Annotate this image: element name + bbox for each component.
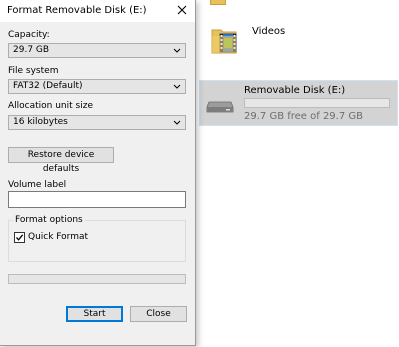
capacity-select[interactable]: 29.7 GB — [8, 43, 186, 58]
file-system-label: File system — [8, 66, 59, 76]
chevron-down-icon — [173, 120, 181, 125]
drive-item-removable-disk[interactable]: Removable Disk (E:) 29.7 GB free of 29.7… — [199, 80, 398, 126]
format-progress-bar — [8, 274, 186, 284]
drive-usage-bar — [244, 98, 390, 108]
allocation-unit-value: 16 kilobytes — [13, 117, 68, 127]
folder-item-videos[interactable]: Videos — [206, 18, 396, 64]
capacity-value: 29.7 GB — [13, 45, 50, 55]
dialog-titlebar[interactable]: Format Removable Disk (E:) — [0, 0, 195, 22]
file-system-select[interactable]: FAT32 (Default) — [8, 79, 186, 94]
folder-label: Videos — [252, 26, 286, 37]
chevron-down-icon — [173, 48, 181, 53]
capacity-label: Capacity: — [8, 30, 50, 40]
close-button[interactable]: Close — [130, 306, 187, 322]
quick-format-label[interactable]: Quick Format — [28, 232, 88, 242]
chevron-down-icon — [173, 84, 181, 89]
restore-defaults-button[interactable]: Restore device defaults — [8, 147, 114, 174]
dialog-title: Format Removable Disk (E:) — [7, 5, 147, 16]
drive-name: Removable Disk (E:) — [244, 85, 346, 96]
file-system-value: FAT32 (Default) — [13, 81, 83, 91]
format-dialog: Format Removable Disk (E:) Capacity: 29.… — [0, 0, 196, 346]
format-options-legend: Format options — [13, 215, 85, 225]
volume-label-label: Volume label — [8, 180, 67, 190]
quick-format-checkbox[interactable] — [14, 232, 25, 243]
close-icon[interactable] — [175, 3, 189, 17]
start-button[interactable]: Start — [66, 306, 123, 322]
removable-drive-icon — [206, 101, 234, 113]
allocation-unit-label: Allocation unit size — [8, 101, 93, 111]
videos-folder-icon — [211, 29, 237, 54]
checkmark-icon — [16, 234, 24, 241]
folder-icon-partial — [210, 0, 226, 5]
allocation-unit-select[interactable]: 16 kilobytes — [8, 115, 186, 130]
volume-label-input[interactable] — [8, 191, 186, 208]
drive-free-space: 29.7 GB free of 29.7 GB — [244, 111, 363, 122]
explorer-window: Videos Removable Disk (E:) 29.7 GB free … — [196, 0, 399, 347]
